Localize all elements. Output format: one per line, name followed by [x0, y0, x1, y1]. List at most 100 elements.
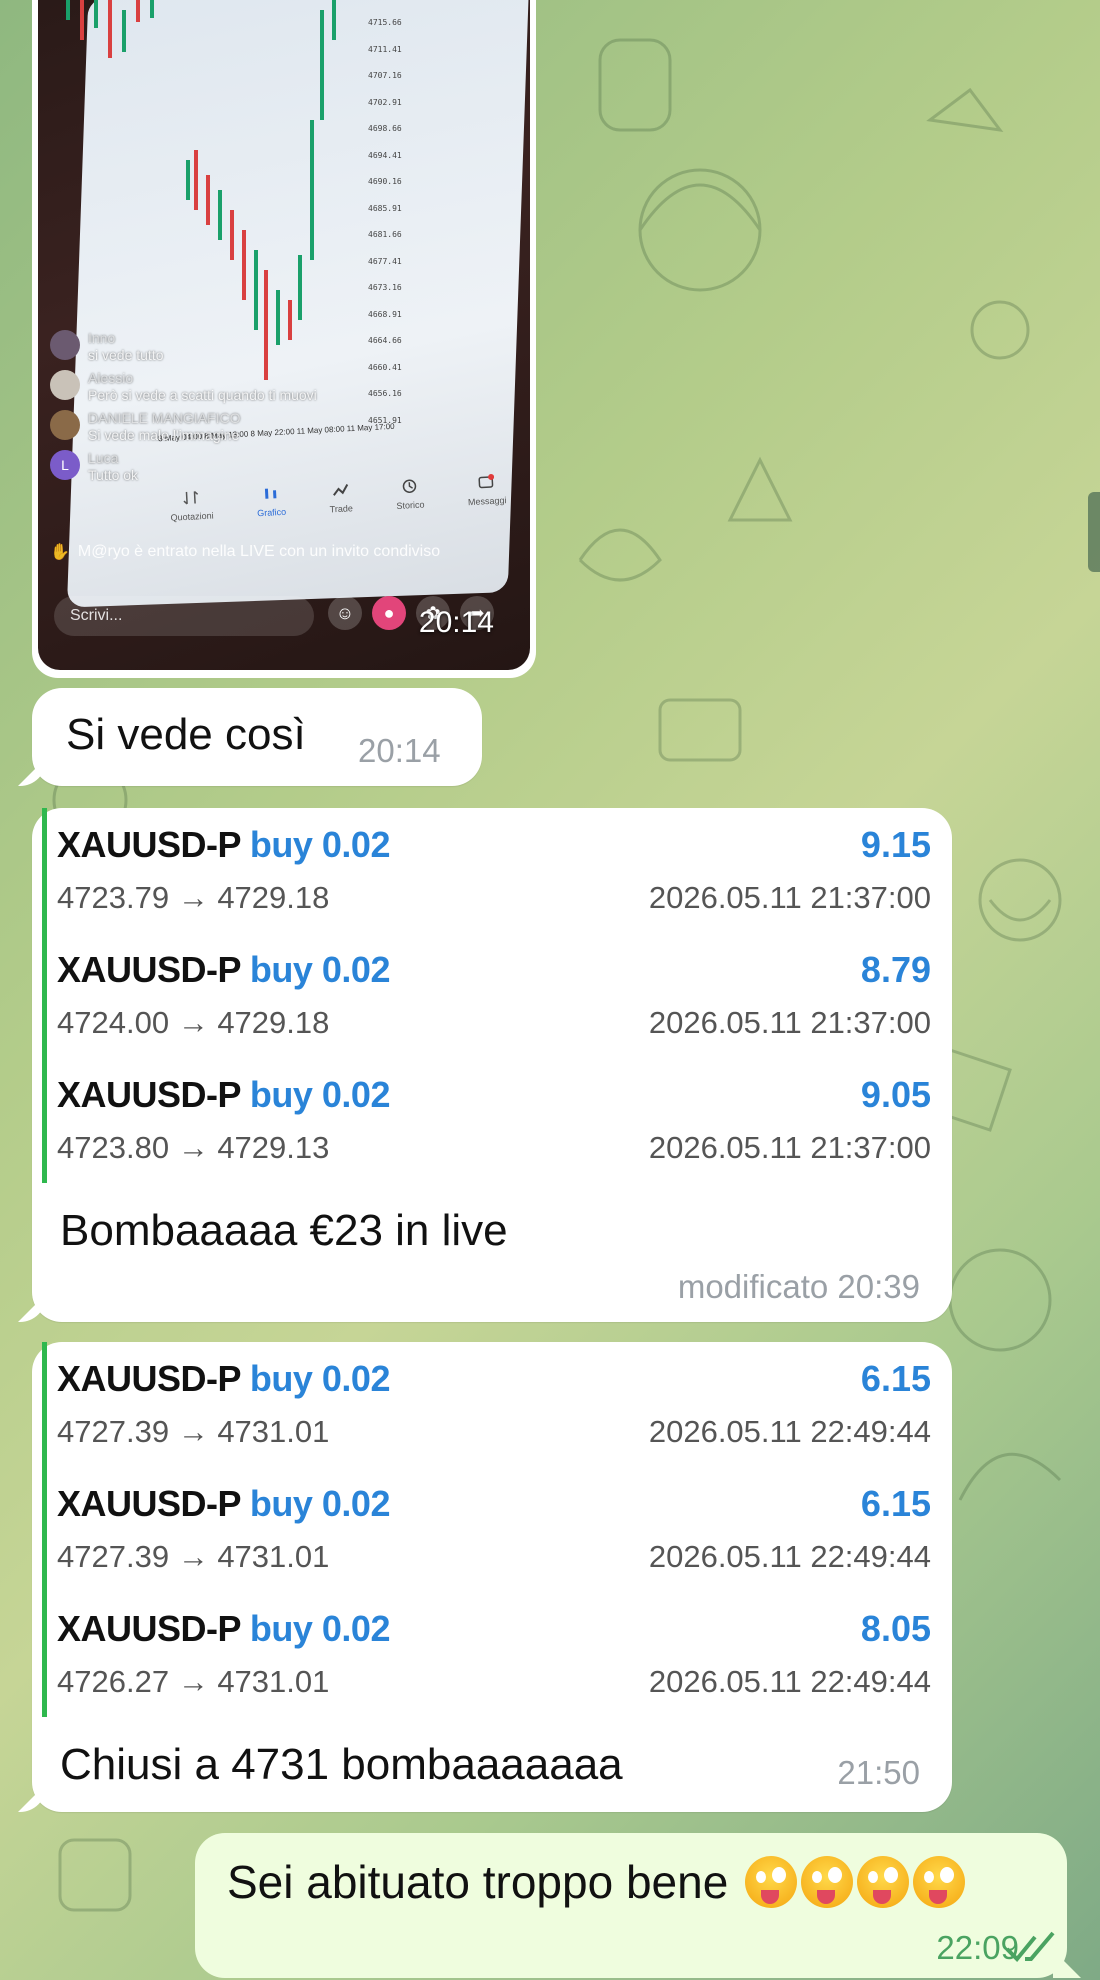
- history-icon: [402, 479, 417, 493]
- arrow-right-icon: →: [177, 1130, 209, 1165]
- trade-row: XAUUSD-P buy 0.02 8.79 4724.00 → 4729.18…: [47, 933, 931, 1058]
- trade-profit: 9.15: [860, 824, 931, 865]
- avatar: [50, 370, 80, 400]
- winking-tongue-emoji-icon: [801, 1856, 854, 1908]
- trade-row: XAUUSD-P buy 0.02 6.15 4727.39 → 4731.01…: [47, 1342, 931, 1467]
- message-time: 21:50: [837, 1754, 920, 1791]
- close-price: 4729.18: [217, 880, 330, 915]
- photo-live-stream[interactable]: 4715.66 4711.41 4707.16 4702.91 4698.66 469…: [38, 0, 530, 670]
- trade-profit: 8.79: [860, 949, 931, 990]
- trade-signal-bubble[interactable]: XAUUSD-P buy 0.02 6.15 4727.39 → 4731.01…: [32, 1342, 952, 1812]
- emoji-icon: ☺: [328, 596, 362, 630]
- commenter-name: DANIELE MANGIAFICO: [88, 410, 241, 426]
- arrow-right-icon: →: [177, 1539, 209, 1574]
- double-check-icon: [1005, 1931, 1055, 1962]
- trade-symbol: XAUUSD-P: [57, 1483, 241, 1524]
- trade-list: XAUUSD-P buy 0.02 9.15 4723.79 → 4729.18…: [42, 808, 931, 1183]
- close-price: 4731.01: [217, 1664, 330, 1699]
- trade-side: buy 0.02: [249, 1074, 391, 1115]
- message-time: modificato 20:39: [677, 1268, 920, 1305]
- close-price: 4729.18: [217, 1005, 330, 1040]
- trade-profit: 9.05: [860, 1074, 931, 1115]
- trade-signal-bubble[interactable]: XAUUSD-P buy 0.02 9.15 4723.79 → 4729.18…: [32, 808, 952, 1322]
- trade-timestamp: 2026.05.11 22:49:44: [648, 1539, 931, 1574]
- winking-tongue-emoji-icon: [745, 1856, 798, 1908]
- message-text: Bombaaaaa €23 in live: [60, 1206, 508, 1255]
- trade-profit: 6.15: [860, 1358, 931, 1399]
- trade-side: buy 0.02: [249, 824, 391, 865]
- live-join-notice: ✋ M@ryo è entrato nella LIVE con un invi…: [50, 543, 441, 561]
- trade-symbol: XAUUSD-P: [57, 1074, 241, 1115]
- nav-grafico: Grafico: [256, 485, 286, 518]
- comment-text: Però si vede a scatti quando ti muovi: [88, 387, 317, 403]
- nav-trade: Trade: [328, 481, 353, 514]
- trade-list: XAUUSD-P buy 0.02 6.15 4727.39 → 4731.01…: [42, 1342, 931, 1717]
- trade-timestamp: 2026.05.11 21:37:00: [648, 1005, 931, 1040]
- arrow-right-icon: →: [177, 880, 209, 915]
- trade-profit: 8.05: [860, 1608, 931, 1649]
- open-price: 4727.39: [57, 1539, 170, 1574]
- trade-symbol: XAUUSD-P: [57, 1608, 241, 1649]
- trade-side: buy 0.02: [249, 1483, 391, 1524]
- trade-symbol: XAUUSD-P: [57, 949, 241, 990]
- nav-quotazioni: Quotazioni: [169, 489, 214, 523]
- message-text: Chiusi a 4731 bombaaaaaaa: [60, 1740, 623, 1789]
- close-price: 4731.01: [217, 1414, 330, 1449]
- comment-text: Tutto ok: [88, 467, 139, 483]
- comment-text: si vede tutto: [88, 347, 164, 363]
- people-icon: ●: [372, 596, 406, 630]
- avatar: [50, 410, 80, 440]
- trend-icon: [332, 484, 348, 496]
- live-comment: DANIELE MANGIAFICO Si vede male l'immagin…: [50, 410, 520, 444]
- live-comment: Alessio Però si vede a scatti quando ti m…: [50, 370, 520, 404]
- arrow-right-icon: →: [177, 1005, 209, 1040]
- close-price: 4729.13: [217, 1130, 330, 1165]
- trade-row: XAUUSD-P buy 0.02 9.05 4723.80 → 4729.13…: [47, 1058, 931, 1183]
- trade-side: buy 0.02: [249, 1358, 391, 1399]
- commenter-name: Luca: [88, 450, 119, 466]
- open-price: 4723.79: [57, 880, 170, 915]
- image-message[interactable]: 4715.66 4711.41 4707.16 4702.91 4698.66 469…: [32, 0, 536, 678]
- winking-tongue-emoji-icon: [857, 1856, 910, 1908]
- open-price: 4723.80: [57, 1130, 170, 1165]
- image-timestamp: 20:14: [418, 606, 494, 639]
- trade-symbol: XAUUSD-P: [57, 824, 241, 865]
- commenter-name: Alessio: [88, 370, 134, 386]
- message-bubble[interactable]: Si vede così 20:14: [32, 688, 482, 786]
- message-text: Sei abituato troppo bene: [227, 1856, 729, 1908]
- open-price: 4727.39: [57, 1414, 170, 1449]
- live-write-field: Scrivi...: [54, 596, 314, 636]
- commenter-name: Inno: [88, 330, 116, 346]
- nav-storico: Storico: [395, 478, 425, 511]
- close-price: 4731.01: [217, 1539, 330, 1574]
- trade-symbol: XAUUSD-P: [57, 1358, 241, 1399]
- trade-row: XAUUSD-P buy 0.02 6.15 4727.39 → 4731.01…: [47, 1467, 931, 1592]
- live-comment: Inno si vede tutto: [50, 330, 520, 364]
- winking-tongue-emoji-icon: [913, 1856, 966, 1908]
- message-text: Si vede così: [66, 710, 306, 759]
- trade-side: buy 0.02: [249, 949, 391, 990]
- trade-row: XAUUSD-P buy 0.02 8.05 4726.27 → 4731.01…: [47, 1592, 931, 1717]
- trade-side: buy 0.02: [249, 1608, 391, 1649]
- chart-icon: [264, 488, 277, 499]
- trade-timestamp: 2026.05.11 22:49:44: [648, 1664, 931, 1699]
- message-text-row: Sei abituato troppo bene: [227, 1855, 966, 1909]
- open-price: 4726.27: [57, 1664, 170, 1699]
- trade-timestamp: 2026.05.11 21:37:00: [648, 1130, 931, 1165]
- trade-timestamp: 2026.05.11 21:37:00: [648, 880, 931, 915]
- open-price: 4724.00: [57, 1005, 170, 1040]
- arrow-right-icon: →: [177, 1664, 209, 1699]
- outgoing-message-bubble[interactable]: Sei abituato troppo bene 22:09: [195, 1833, 1067, 1978]
- avatar: [50, 330, 80, 360]
- message-icon: [478, 473, 494, 489]
- arrows-icon: [183, 490, 199, 505]
- avatar: L: [50, 450, 80, 480]
- comment-text: Si vede male l'immagine: [88, 427, 240, 443]
- trade-timestamp: 2026.05.11 22:49:44: [648, 1414, 931, 1449]
- wave-icon: ✋: [50, 544, 70, 561]
- message-time: 20:14: [358, 732, 441, 769]
- trade-profit: 6.15: [860, 1483, 931, 1524]
- arrow-right-icon: →: [177, 1414, 209, 1449]
- trade-row: XAUUSD-P buy 0.02 9.15 4723.79 → 4729.18…: [47, 808, 931, 933]
- scroll-handle[interactable]: [1088, 492, 1100, 572]
